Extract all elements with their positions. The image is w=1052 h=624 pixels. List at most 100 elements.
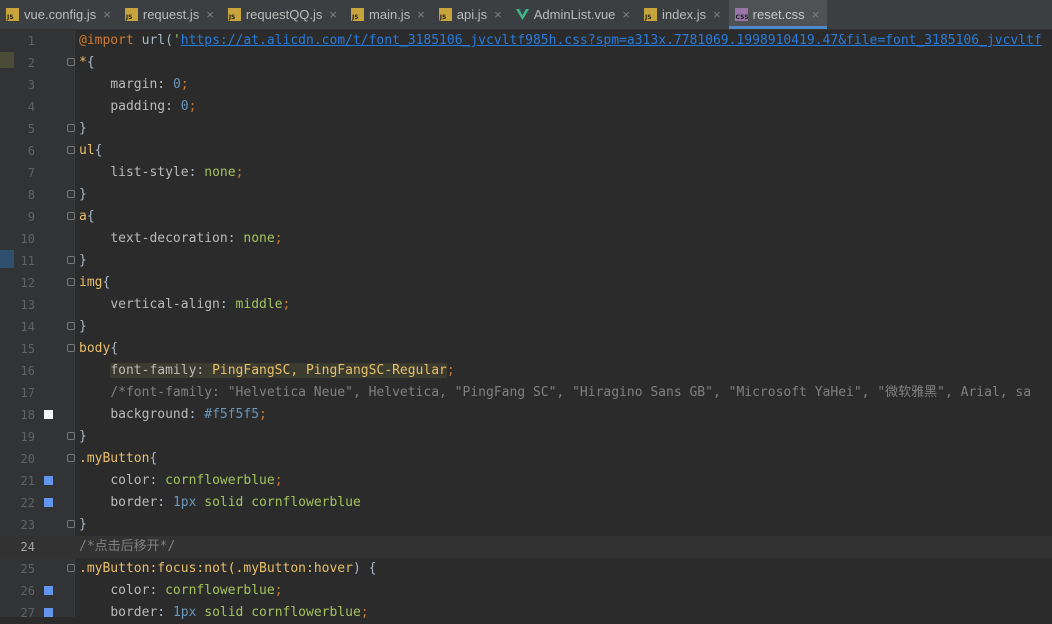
- file-type-badge: CSS: [735, 14, 749, 21]
- code-line: 6 ul{: [0, 140, 1052, 162]
- js-file-icon: JS: [351, 8, 365, 21]
- fold-toggle-icon[interactable]: [67, 190, 75, 198]
- code-text: padding: 0;: [110, 99, 197, 114]
- line-number: 9: [27, 210, 35, 224]
- line-number: 18: [20, 408, 35, 422]
- line-number: 12: [20, 276, 35, 290]
- fold-toggle-icon[interactable]: [67, 124, 75, 132]
- line-number: 1: [27, 34, 35, 48]
- line-number: 23: [20, 518, 35, 532]
- color-swatch[interactable]: [44, 498, 53, 507]
- code-line: 7 list-style: none;: [0, 162, 1052, 184]
- close-icon[interactable]: ×: [622, 7, 630, 22]
- code-line: 26 color: cornflowerblue;: [0, 580, 1052, 602]
- tab-api-js[interactable]: JS api.js ×: [433, 0, 510, 29]
- line-number: 14: [20, 320, 35, 334]
- tab-requestqq-js[interactable]: JS requestQQ.js ×: [222, 0, 345, 29]
- fold-toggle-icon[interactable]: [67, 344, 75, 352]
- js-file-icon: JS: [644, 8, 657, 21]
- tab-label: index.js: [662, 7, 707, 22]
- tab-request-js[interactable]: JS request.js ×: [119, 0, 222, 29]
- code-line: 17 /*font-family: "Helvetica Neue", Helv…: [0, 382, 1052, 404]
- fold-toggle-icon[interactable]: [67, 212, 75, 220]
- close-icon[interactable]: ×: [494, 7, 502, 22]
- file-type-badge: JS: [125, 14, 133, 21]
- color-swatch[interactable]: [44, 476, 53, 485]
- code-text: list-style: none;: [110, 165, 244, 180]
- tab-reset-css[interactable]: CSS reset.css ×: [728, 0, 828, 29]
- code-line: 10 text-decoration: none;: [0, 228, 1052, 250]
- line-number: 21: [20, 474, 35, 488]
- code-line: 11 }: [0, 250, 1052, 272]
- current-code-line: 24 /*点击后移开*/: [0, 536, 1052, 558]
- fold-toggle-icon[interactable]: [67, 432, 75, 440]
- code-line: 4 padding: 0;: [0, 96, 1052, 118]
- tab-label: vue.config.js: [24, 7, 97, 22]
- code-text: a{: [79, 209, 95, 224]
- close-icon[interactable]: ×: [713, 7, 721, 22]
- code-line: 23 }: [0, 514, 1052, 536]
- color-swatch[interactable]: [44, 586, 53, 595]
- line-number: 4: [27, 100, 35, 114]
- code-editor[interactable]: 1 @import url('https://at.alicdn.com/t/f…: [0, 30, 1052, 620]
- line-number: 5: [27, 122, 35, 136]
- code-text: }: [79, 121, 87, 136]
- line-number: 24: [20, 540, 35, 554]
- code-line: 9 a{: [0, 206, 1052, 228]
- line-number: 11: [20, 254, 35, 268]
- line-number: 25: [20, 562, 35, 576]
- code-text: border: 1px solid cornflowerblue;: [110, 605, 369, 620]
- code-text: img{: [79, 275, 111, 290]
- line-number: 2: [27, 56, 35, 70]
- line-number: 16: [20, 364, 35, 378]
- fold-toggle-icon[interactable]: [67, 322, 75, 330]
- fold-toggle-icon[interactable]: [67, 278, 75, 286]
- code-line: 27 border: 1px solid cornflowerblue;: [0, 602, 1052, 624]
- code-text: }: [79, 517, 87, 532]
- code-text: color: cornflowerblue;: [110, 583, 283, 598]
- tab-main-js[interactable]: JS main.js ×: [345, 0, 433, 29]
- line-number: 26: [20, 584, 35, 598]
- fold-toggle-icon[interactable]: [67, 520, 75, 528]
- file-type-badge: JS: [645, 14, 652, 21]
- file-type-badge: JS: [7, 14, 14, 21]
- line-number: 17: [20, 386, 35, 400]
- tab-label: requestQQ.js: [245, 7, 323, 22]
- fold-toggle-icon[interactable]: [67, 564, 75, 572]
- fold-toggle-icon[interactable]: [67, 256, 75, 264]
- tab-index-js[interactable]: JS index.js ×: [638, 0, 729, 29]
- import-url-link[interactable]: https://at.alicdn.com/t/font_3185106_jvc…: [181, 33, 1042, 48]
- code-line: 19 }: [0, 426, 1052, 448]
- code-text: .myButton{: [79, 451, 158, 466]
- js-file-icon: JS: [438, 8, 452, 21]
- color-swatch[interactable]: [44, 410, 53, 419]
- code-text: font-family: PingFangSC, PingFangSC-Regu…: [110, 363, 455, 378]
- line-number: 13: [20, 298, 35, 312]
- fold-toggle-icon[interactable]: [67, 58, 75, 66]
- fold-toggle-icon[interactable]: [67, 454, 75, 462]
- code-line: 18 background: #f5f5f5;: [0, 404, 1052, 426]
- close-icon[interactable]: ×: [329, 7, 337, 22]
- line-number: 15: [20, 342, 35, 356]
- code-text: /*font-family: "Helvetica Neue", Helveti…: [110, 385, 1032, 400]
- code-line: 1 @import url('https://at.alicdn.com/t/f…: [0, 30, 1052, 52]
- code-text: border: 1px solid cornflowerblue: [110, 495, 361, 510]
- code-line: 8 }: [0, 184, 1052, 206]
- js-file-icon: JS: [124, 8, 138, 21]
- fold-toggle-icon[interactable]: [67, 146, 75, 154]
- line-number: 3: [27, 78, 35, 92]
- code-line: 15 body{: [0, 338, 1052, 360]
- close-icon[interactable]: ×: [417, 7, 425, 22]
- close-icon[interactable]: ×: [812, 7, 820, 22]
- line-number: 27: [20, 606, 35, 620]
- color-swatch[interactable]: [44, 608, 53, 617]
- close-icon[interactable]: ×: [206, 7, 214, 22]
- tab-label: main.js: [369, 7, 411, 22]
- tab-vue-config-js[interactable]: JS vue.config.js ×: [0, 0, 119, 29]
- close-icon[interactable]: ×: [103, 7, 111, 22]
- code-line: 25 .myButton:focus:not(.myButton:hover) …: [0, 558, 1052, 580]
- tab-adminlist-vue[interactable]: AdminList.vue ×: [510, 0, 638, 29]
- code-text: background: #f5f5f5;: [110, 407, 267, 422]
- code-text: color: cornflowerblue;: [110, 473, 283, 488]
- code-text: margin: 0;: [110, 77, 189, 92]
